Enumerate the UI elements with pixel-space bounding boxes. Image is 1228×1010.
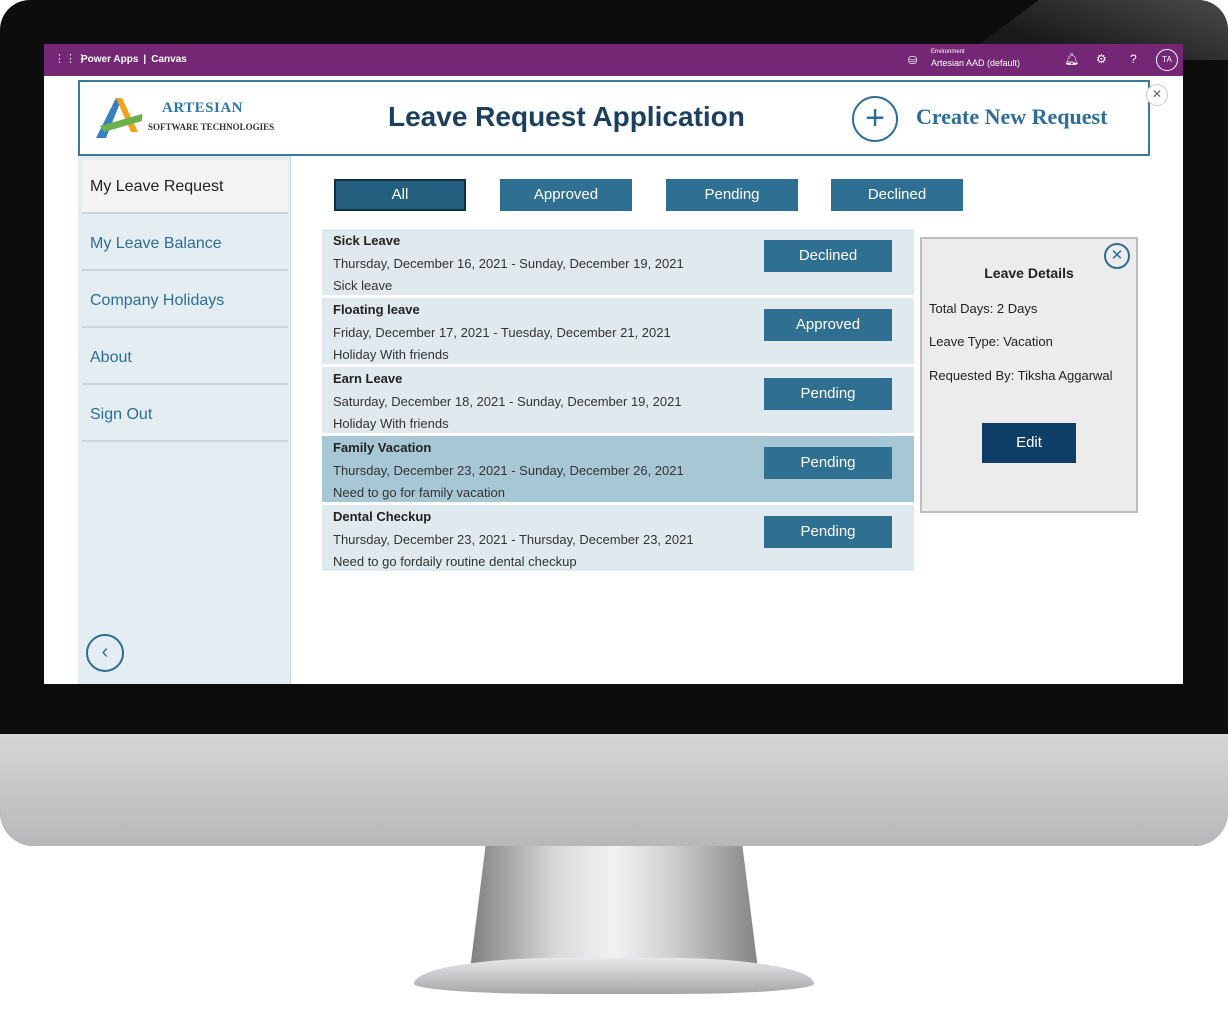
filter-approved-button[interactable]: Approved [500,179,632,211]
product-breadcrumb: Power Apps | Canvas [81,54,187,65]
sidebar-item-my-leave-request[interactable]: My Leave Request [82,160,288,214]
product-name: Power Apps [81,54,139,65]
details-total-days: Total Days: 2 Days [929,301,1038,316]
request-status-button[interactable]: Pending [764,378,892,410]
back-arrow-icon[interactable]: ‹ [86,634,124,672]
details-requested-by: Requested By: Tiksha Aggarwal [929,368,1113,383]
close-icon[interactable]: ✕ [1146,84,1168,106]
request-note: Need to go for family vacation [333,485,505,500]
monitor-stand-base [414,958,814,994]
page-title: Leave Request Application [388,101,745,132]
plus-circle-icon: + [852,96,898,142]
details-leave-type: Leave Type: Vacation [929,334,1053,349]
filter-declined-button[interactable]: Declined [831,179,963,211]
logo-title: ARTESIAN [162,100,243,116]
details-title: Leave Details [984,265,1074,281]
request-title: Sick Leave [333,233,401,248]
filter-all-button[interactable]: All [334,179,466,211]
request-dates: Thursday, December 23, 2021 - Thursday, … [333,532,694,547]
screen: ⋮⋮⋮ Power Apps | Canvas ⛁ Environment Arte… [44,44,1183,684]
avatar[interactable]: TA [1156,49,1178,71]
leave-details-panel: ✕ Leave Details Total Days: 2 Days Leave… [920,237,1138,513]
leave-request-row[interactable]: Earn Leave Saturday, December 18, 2021 -… [322,367,914,433]
leave-request-row[interactable]: Floating leave Friday, December 17, 2021… [322,298,914,364]
edit-button[interactable]: Edit [982,423,1076,463]
request-note: Sick leave [333,278,393,293]
request-dates: Saturday, December 18, 2021 - Sunday, De… [333,394,682,409]
sidebar: My Leave Request My Leave Balance Compan… [78,156,291,684]
power-apps-topbar: ⋮⋮⋮ Power Apps | Canvas ⛁ Environment Arte… [44,44,1183,76]
request-title: Earn Leave [333,371,403,386]
request-note: Holiday With friends [333,347,449,362]
filter-pending-button[interactable]: Pending [666,179,798,211]
monitor-chin [0,734,1228,846]
notification-bell-icon[interactable]: 🔔︎ [1064,52,1079,66]
logo-subtitle: SOFTWARE TECHNOLOGIES [148,122,275,132]
sidebar-item-sign-out[interactable]: Sign Out [82,388,288,442]
request-title: Floating leave [333,302,420,317]
environment-value: Artesian AAD (default) [931,58,1021,68]
sidebar-item-my-leave-balance[interactable]: My Leave Balance [82,217,288,271]
leave-request-row[interactable]: Dental Checkup Thursday, December 23, 20… [322,505,914,571]
request-dates: Friday, December 17, 2021 - Tuesday, Dec… [333,325,671,340]
request-status-button[interactable]: Pending [764,516,892,548]
breadcrumb-separator: | [143,54,147,65]
help-icon[interactable]: ? [1130,52,1137,66]
create-new-request-label: Create New Request [916,104,1108,129]
sidebar-item-about[interactable]: About [82,331,288,385]
app-header: ARTESIAN SOFTWARE TECHNOLOGIES Leave Req… [78,80,1150,156]
artesian-logo-icon [96,98,142,138]
sidebar-item-company-holidays[interactable]: Company Holidays [82,274,288,328]
request-status-button[interactable]: Declined [764,240,892,272]
settings-gear-icon[interactable]: ⚙ [1096,52,1107,66]
leave-request-row[interactable]: Sick Leave Thursday, December 16, 2021 -… [322,229,914,295]
request-dates: Thursday, December 16, 2021 - Sunday, De… [333,256,684,271]
request-note: Need to go fordaily routine dental check… [333,554,577,569]
request-note: Holiday With friends [333,416,449,431]
request-dates: Thursday, December 23, 2021 - Sunday, De… [333,463,684,478]
environment-icon: ⛁ [908,55,918,67]
environment-label: Environment [931,49,965,55]
leave-app-canvas: ARTESIAN SOFTWARE TECHNOLOGIES Leave Req… [78,80,1150,684]
request-title: Dental Checkup [333,509,432,524]
leave-request-row-selected[interactable]: Family Vacation Thursday, December 23, 2… [322,436,914,502]
app-type: Canvas [151,54,187,65]
request-status-button[interactable]: Pending [764,447,892,479]
app-launcher-icon[interactable]: ⋮⋮⋮ [54,53,87,65]
request-title: Family Vacation [333,440,432,455]
request-status-button[interactable]: Approved [764,309,892,341]
